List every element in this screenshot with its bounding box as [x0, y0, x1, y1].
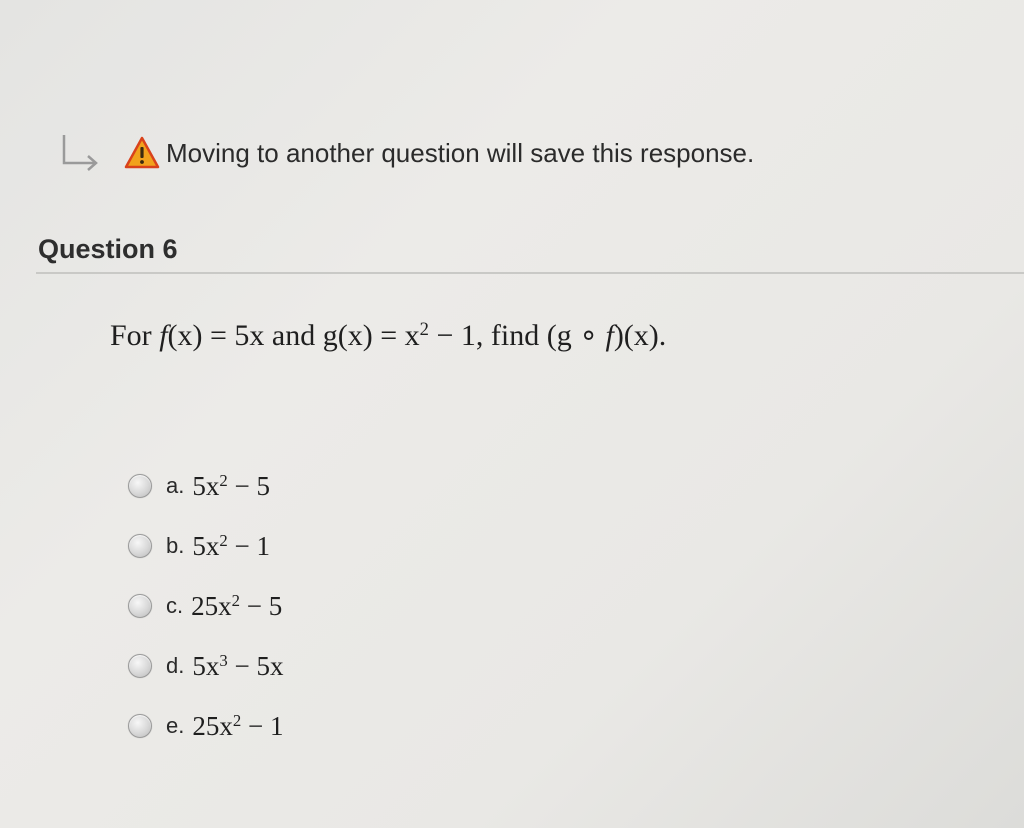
option-answer: 5x2 − 5 [192, 470, 270, 501]
option-a-radio[interactable] [128, 474, 152, 498]
option-answer: 25x2 − 5 [191, 590, 283, 621]
option-answer: 5x2 − 1 [192, 530, 270, 561]
option-letter: d. [166, 653, 185, 678]
option-answer: 5x3 − 5x [192, 650, 284, 681]
divider [36, 272, 1024, 274]
option-e[interactable]: e. 25x2 − 1 [128, 696, 283, 756]
save-warning-notice: Moving to another question will save thi… [58, 128, 754, 178]
save-warning-text: Moving to another question will save thi… [166, 137, 755, 168]
option-a[interactable]: a. 5x2 − 5 [128, 456, 283, 516]
return-arrow-icon [62, 135, 98, 171]
answer-options: a. 5x2 − 5 b. 5x2 − 1 c. 25x2 − 5 d. 5x3… [128, 456, 283, 756]
option-e-radio[interactable] [128, 714, 152, 738]
question-title: Question 6 [38, 234, 178, 264]
warning-triangle-icon [124, 136, 160, 169]
option-b-radio[interactable] [128, 534, 152, 558]
option-b[interactable]: b. 5x2 − 1 [128, 516, 283, 576]
option-d[interactable]: d. 5x3 − 5x [128, 636, 283, 696]
option-letter: c. [166, 593, 184, 618]
option-letter: a. [166, 473, 185, 498]
option-d-radio[interactable] [128, 654, 152, 678]
option-c-radio[interactable] [128, 594, 152, 618]
question-prompt: For f(x) = 5x and g(x) = x2 − 1, find (g… [110, 318, 667, 352]
option-c[interactable]: c. 25x2 − 5 [128, 576, 283, 636]
option-letter: b. [166, 533, 185, 558]
option-letter: e. [166, 713, 185, 738]
option-answer: 25x2 − 1 [192, 710, 284, 741]
